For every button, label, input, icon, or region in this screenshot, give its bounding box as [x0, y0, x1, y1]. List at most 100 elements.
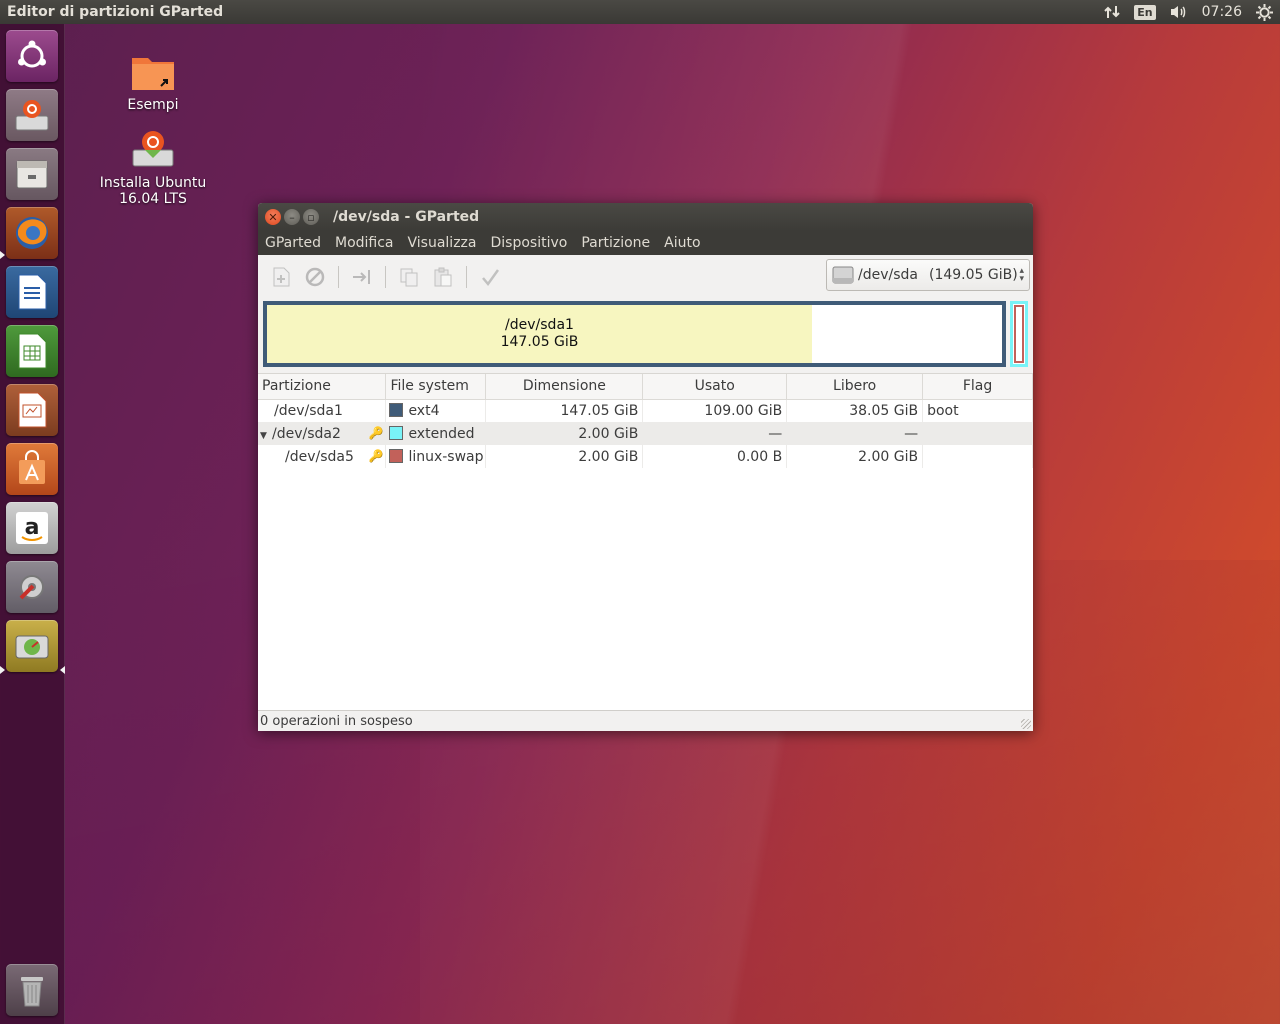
table-row[interactable]: ▼/dev/sda2 🔑 extended 2.00 GiB — — [258, 422, 1033, 445]
desktop-icon-esempi[interactable]: Esempi [98, 50, 208, 113]
resize-grip-icon[interactable] [1021, 719, 1031, 729]
resize-move-icon [353, 270, 370, 284]
window-titlebar[interactable]: ✕ – ▫ /dev/sda - GParted [258, 203, 1033, 231]
indicator-area: En 07:26 [1097, 0, 1280, 24]
col-header-flag[interactable]: Flag [922, 374, 1033, 400]
paste-button[interactable] [426, 260, 460, 294]
col-header-partizione[interactable]: Partizione [258, 374, 387, 400]
cell-partition: /dev/sda5 🔑 [258, 445, 387, 468]
desktop-icon-label: Esempi [127, 97, 179, 113]
minimize-icon: – [289, 210, 295, 224]
col-header-libero[interactable]: Libero [786, 374, 924, 400]
table-header: Partizione File system Dimensione Usato … [258, 374, 1033, 400]
ubuntu-software-icon[interactable] [6, 443, 58, 495]
disk-graphic: /dev/sda1 147.05 GiB [258, 299, 1033, 371]
col-header-usato[interactable]: Usato [642, 374, 788, 400]
cell-free: 38.05 GiB [786, 399, 924, 422]
statusbar: 0 operazioni in sospeso [258, 710, 1033, 731]
delete-partition-button[interactable] [298, 260, 332, 294]
dash-home-icon[interactable] [6, 30, 58, 82]
close-icon: ✕ [268, 210, 278, 224]
new-partition-button[interactable] [264, 260, 298, 294]
device-name: /dev/sda [858, 267, 918, 283]
maximize-button[interactable]: ▫ [303, 209, 319, 225]
partition-sda5-swap-bar[interactable] [1014, 305, 1024, 363]
top-panel: Editor di partizioni GParted En 07:26 [0, 0, 1280, 24]
toolbar-separator [466, 266, 467, 288]
keyboard-layout-label: En [1134, 4, 1156, 20]
gparted-icon[interactable] [6, 620, 58, 672]
device-selector[interactable]: /dev/sda (149.05 GiB) ▴ ▾ [826, 259, 1030, 291]
libreoffice-writer-icon[interactable] [6, 266, 58, 318]
libreoffice-calc-icon[interactable] [6, 325, 58, 377]
fs-color-swatch [389, 425, 404, 440]
apply-button[interactable] [473, 260, 507, 294]
folder-icon [129, 50, 177, 94]
cell-free: 2.00 GiB [786, 445, 924, 468]
desktop-icon-install-ubuntu[interactable]: Installa Ubuntu 16.04 LTS [98, 128, 208, 207]
check-icon [482, 269, 500, 287]
cell-filesystem: ext4 [385, 399, 487, 422]
install-ubuntu-icon[interactable] [6, 89, 58, 141]
cell-size: 2.00 GiB [485, 445, 644, 468]
minimize-button[interactable]: – [284, 209, 300, 225]
cell-size: 147.05 GiB [485, 399, 644, 422]
system-gear-icon[interactable] [1249, 0, 1280, 24]
copy-icon [400, 268, 418, 287]
menu-aiuto[interactable]: Aiuto [657, 235, 707, 251]
table-row[interactable]: /dev/sda1 ext4 147.05 GiB 109.00 GiB 38.… [258, 399, 1033, 422]
cell-partition-label: /dev/sda2 [272, 425, 341, 442]
expander-triangle-icon[interactable]: ▼ [260, 431, 272, 441]
partition-sda2-extended-bar[interactable] [1010, 301, 1028, 367]
cell-filesystem: linux-swap [385, 445, 487, 468]
col-header-dimensione[interactable]: Dimensione [485, 374, 644, 400]
active-app-title: Editor di partizioni GParted [7, 4, 224, 20]
col-header-filesystem[interactable]: File system [385, 374, 487, 400]
keyboard-layout-indicator[interactable]: En [1127, 0, 1162, 24]
gparted-window: ✕ – ▫ /dev/sda - GParted GParted Modific… [258, 203, 1033, 731]
partition-sda1-bar[interactable]: /dev/sda1 147.05 GiB [263, 301, 1006, 367]
cell-fs-label: ext4 [408, 402, 440, 419]
launcher-running-pip [0, 666, 5, 674]
clock[interactable]: 07:26 [1195, 0, 1249, 24]
cell-flag [922, 445, 1033, 468]
table-row[interactable]: /dev/sda5 🔑 linux-swap 2.00 GiB 0.00 B 2.… [258, 445, 1033, 468]
key-icon: 🔑 [368, 426, 384, 440]
partition-sda1-label: /dev/sda1 147.05 GiB [267, 305, 812, 363]
cell-fs-label: extended [408, 425, 475, 442]
copy-button[interactable] [392, 260, 426, 294]
fs-color-swatch [389, 448, 404, 463]
cell-used: — [642, 422, 788, 445]
menu-partizione[interactable]: Partizione [574, 235, 657, 251]
menu-gparted[interactable]: GParted [258, 235, 328, 251]
cell-partition-label: /dev/sda5 [285, 448, 354, 465]
cell-partition: ▼/dev/sda2 🔑 [258, 422, 387, 445]
firefox-icon[interactable] [6, 207, 58, 259]
menubar: GParted Modifica Visualizza Dispositivo … [258, 231, 1033, 255]
cell-filesystem: extended [385, 422, 487, 445]
network-icon[interactable] [1097, 0, 1127, 24]
libreoffice-impress-icon[interactable] [6, 384, 58, 436]
close-button[interactable]: ✕ [265, 209, 281, 225]
files-icon[interactable] [6, 148, 58, 200]
system-settings-icon[interactable] [6, 561, 58, 613]
amazon-icon[interactable]: a [6, 502, 58, 554]
desktop-icon-label-line2: 16.04 LTS [119, 191, 187, 207]
paste-icon [434, 267, 452, 287]
pending-operations-label: 0 operazioni in sospeso [260, 713, 413, 729]
launcher: a [0, 24, 65, 1024]
cell-free: — [786, 422, 924, 445]
menu-modifica[interactable]: Modifica [328, 235, 401, 251]
device-size: (149.05 GiB) [928, 267, 1018, 283]
partition-table: Partizione File system Dimensione Usato … [258, 373, 1033, 710]
key-icon: 🔑 [368, 449, 384, 463]
menu-dispositivo[interactable]: Dispositivo [483, 235, 574, 251]
volume-icon[interactable] [1163, 0, 1195, 24]
chevron-updown-icon: ▴ ▾ [1019, 266, 1024, 284]
desktop-icon-label: Installa Ubuntu [99, 175, 207, 191]
trash-icon[interactable] [6, 964, 58, 1016]
menu-visualizza[interactable]: Visualizza [401, 235, 484, 251]
resize-move-button[interactable] [345, 260, 379, 294]
cell-used: 0.00 B [642, 445, 788, 468]
toolbar-separator [385, 266, 386, 288]
